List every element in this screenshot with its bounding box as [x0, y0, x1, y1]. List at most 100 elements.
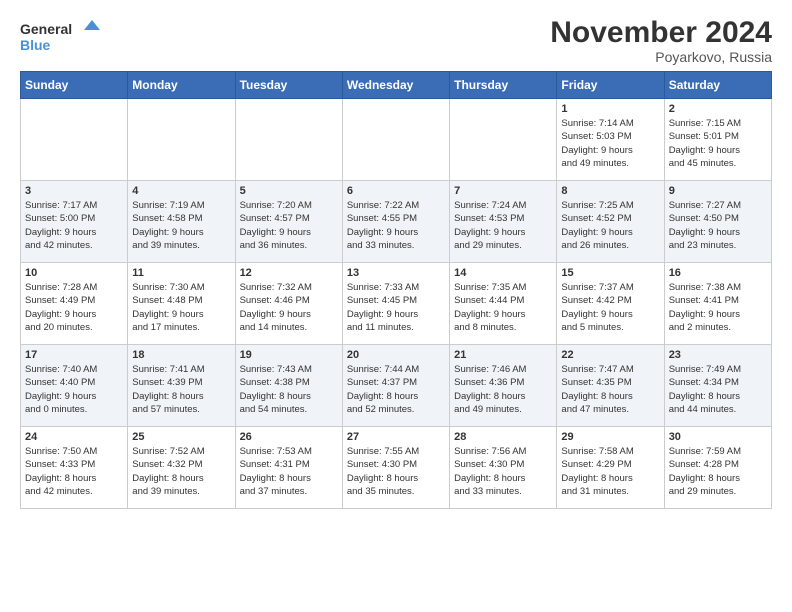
- calendar-table: Sunday Monday Tuesday Wednesday Thursday…: [20, 71, 772, 509]
- day-number: 17: [25, 349, 123, 361]
- day-info: Sunrise: 7:30 AMSunset: 4:48 PMDaylight:…: [132, 281, 230, 334]
- day-number: 2: [669, 103, 767, 115]
- calendar-cell: 14 Sunrise: 7:35 AMSunset: 4:44 PMDayligh…: [450, 263, 557, 345]
- day-number: 3: [25, 185, 123, 197]
- svg-text:Blue: Blue: [20, 37, 51, 53]
- calendar-cell: 19Sunrise: 7:43 AMSunset: 4:38 PMDayligh…: [235, 345, 342, 427]
- day-info: Sunrise: 7:17 AMSunset: 5:00 PMDaylight:…: [25, 199, 123, 252]
- day-info: Sunrise: 7:47 AMSunset: 4:35 PMDaylight:…: [561, 363, 659, 416]
- day-number: 23: [669, 349, 767, 361]
- calendar-cell: 4 Sunrise: 7:19 AMSunset: 4:58 PMDaylight…: [128, 181, 235, 263]
- day-info: Sunrise: 7:37 AMSunset: 4:42 PMDaylight:…: [561, 281, 659, 334]
- day-info: Sunrise: 7:53 AMSunset: 4:31 PMDaylight:…: [240, 445, 338, 498]
- day-info: Sunrise: 7:22 AMSunset: 4:55 PMDaylight:…: [347, 199, 445, 252]
- calendar-cell: 25 Sunrise: 7:52 AMSunset: 4:32 PMDayligh…: [128, 427, 235, 509]
- calendar-cell: 13 Sunrise: 7:33 AMSunset: 4:45 PMDayligh…: [342, 263, 449, 345]
- week-row-0: 1Sunrise: 7:14 AMSunset: 5:03 PMDaylight…: [21, 99, 772, 181]
- calendar-cell: 9 Sunrise: 7:27 AMSunset: 4:50 PMDaylight…: [664, 181, 771, 263]
- header-row: Sunday Monday Tuesday Wednesday Thursday…: [21, 72, 772, 99]
- col-tuesday: Tuesday: [235, 72, 342, 99]
- col-thursday: Thursday: [450, 72, 557, 99]
- day-info: Sunrise: 7:33 AMSunset: 4:45 PMDaylight:…: [347, 281, 445, 334]
- calendar-cell: 22 Sunrise: 7:47 AMSunset: 4:35 PMDayligh…: [557, 345, 664, 427]
- day-info: Sunrise: 7:19 AMSunset: 4:58 PMDaylight:…: [132, 199, 230, 252]
- day-info: Sunrise: 7:49 AMSunset: 4:34 PMDaylight:…: [669, 363, 767, 416]
- day-number: 10: [25, 267, 123, 279]
- col-wednesday: Wednesday: [342, 72, 449, 99]
- day-number: 26: [240, 431, 338, 443]
- month-title: November 2024: [550, 16, 772, 49]
- calendar-cell: 17Sunrise: 7:40 AMSunset: 4:40 PMDayligh…: [21, 345, 128, 427]
- day-info: Sunrise: 7:35 AMSunset: 4:44 PMDaylight:…: [454, 281, 552, 334]
- day-number: 15: [561, 267, 659, 279]
- day-number: 14: [454, 267, 552, 279]
- day-number: 22: [561, 349, 659, 361]
- day-info: Sunrise: 7:59 AMSunset: 4:28 PMDaylight:…: [669, 445, 767, 498]
- calendar-cell: 3 Sunrise: 7:17 AMSunset: 5:00 PMDaylight…: [21, 181, 128, 263]
- calendar-cell: 8 Sunrise: 7:25 AMSunset: 4:52 PMDaylight…: [557, 181, 664, 263]
- calendar-cell: [450, 99, 557, 181]
- day-info: Sunrise: 7:46 AMSunset: 4:36 PMDaylight:…: [454, 363, 552, 416]
- page-container: General Blue November 2024 Poyarkovo, Ru…: [0, 0, 792, 519]
- day-info: Sunrise: 7:27 AMSunset: 4:50 PMDaylight:…: [669, 199, 767, 252]
- day-info: Sunrise: 7:58 AMSunset: 4:29 PMDaylight:…: [561, 445, 659, 498]
- day-number: 5: [240, 185, 338, 197]
- calendar-cell: 16 Sunrise: 7:38 AMSunset: 4:41 PMDayligh…: [664, 263, 771, 345]
- day-info: Sunrise: 7:44 AMSunset: 4:37 PMDaylight:…: [347, 363, 445, 416]
- calendar-cell: 20 Sunrise: 7:44 AMSunset: 4:37 PMDayligh…: [342, 345, 449, 427]
- calendar-cell: 15 Sunrise: 7:37 AMSunset: 4:42 PMDayligh…: [557, 263, 664, 345]
- col-saturday: Saturday: [664, 72, 771, 99]
- day-number: 21: [454, 349, 552, 361]
- day-number: 27: [347, 431, 445, 443]
- col-friday: Friday: [557, 72, 664, 99]
- week-row-2: 10 Sunrise: 7:28 AMSunset: 4:49 PMDayligh…: [21, 263, 772, 345]
- day-number: 28: [454, 431, 552, 443]
- calendar-cell: 2 Sunrise: 7:15 AMSunset: 5:01 PMDaylight…: [664, 99, 771, 181]
- day-number: 11: [132, 267, 230, 279]
- calendar-cell: 24Sunrise: 7:50 AMSunset: 4:33 PMDayligh…: [21, 427, 128, 509]
- calendar-cell: 23 Sunrise: 7:49 AMSunset: 4:34 PMDayligh…: [664, 345, 771, 427]
- day-number: 18: [132, 349, 230, 361]
- calendar-cell: [128, 99, 235, 181]
- day-number: 19: [240, 349, 338, 361]
- day-number: 9: [669, 185, 767, 197]
- calendar-cell: 6Sunrise: 7:22 AMSunset: 4:55 PMDaylight…: [342, 181, 449, 263]
- day-info: Sunrise: 7:32 AMSunset: 4:46 PMDaylight:…: [240, 281, 338, 334]
- day-info: Sunrise: 7:56 AMSunset: 4:30 PMDaylight:…: [454, 445, 552, 498]
- header: General Blue November 2024 Poyarkovo, Ru…: [20, 16, 772, 65]
- calendar-cell: 11 Sunrise: 7:30 AMSunset: 4:48 PMDayligh…: [128, 263, 235, 345]
- calendar-cell: 30 Sunrise: 7:59 AMSunset: 4:28 PMDayligh…: [664, 427, 771, 509]
- day-number: 12: [240, 267, 338, 279]
- day-info: Sunrise: 7:25 AMSunset: 4:52 PMDaylight:…: [561, 199, 659, 252]
- day-number: 29: [561, 431, 659, 443]
- day-info: Sunrise: 7:15 AMSunset: 5:01 PMDaylight:…: [669, 117, 767, 170]
- day-info: Sunrise: 7:28 AMSunset: 4:49 PMDaylight:…: [25, 281, 123, 334]
- calendar-cell: 27Sunrise: 7:55 AMSunset: 4:30 PMDayligh…: [342, 427, 449, 509]
- calendar-cell: 10 Sunrise: 7:28 AMSunset: 4:49 PMDayligh…: [21, 263, 128, 345]
- col-monday: Monday: [128, 72, 235, 99]
- week-row-4: 24Sunrise: 7:50 AMSunset: 4:33 PMDayligh…: [21, 427, 772, 509]
- svg-text:General: General: [20, 21, 72, 37]
- day-number: 30: [669, 431, 767, 443]
- calendar-cell: 21 Sunrise: 7:46 AMSunset: 4:36 PMDayligh…: [450, 345, 557, 427]
- day-info: Sunrise: 7:41 AMSunset: 4:39 PMDaylight:…: [132, 363, 230, 416]
- calendar-cell: [342, 99, 449, 181]
- calendar-cell: [21, 99, 128, 181]
- col-sunday: Sunday: [21, 72, 128, 99]
- calendar-cell: 18 Sunrise: 7:41 AMSunset: 4:39 PMDayligh…: [128, 345, 235, 427]
- day-info: Sunrise: 7:52 AMSunset: 4:32 PMDaylight:…: [132, 445, 230, 498]
- day-info: Sunrise: 7:38 AMSunset: 4:41 PMDaylight:…: [669, 281, 767, 334]
- day-info: Sunrise: 7:24 AMSunset: 4:53 PMDaylight:…: [454, 199, 552, 252]
- logo-icon: General Blue: [20, 16, 100, 56]
- calendar-cell: 12 Sunrise: 7:32 AMSunset: 4:46 PMDayligh…: [235, 263, 342, 345]
- calendar-cell: 26 Sunrise: 7:53 AMSunset: 4:31 PMDayligh…: [235, 427, 342, 509]
- day-number: 13: [347, 267, 445, 279]
- day-number: 8: [561, 185, 659, 197]
- week-row-3: 17Sunrise: 7:40 AMSunset: 4:40 PMDayligh…: [21, 345, 772, 427]
- day-number: 4: [132, 185, 230, 197]
- location: Poyarkovo, Russia: [550, 49, 772, 65]
- logo: General Blue: [20, 16, 100, 56]
- day-number: 20: [347, 349, 445, 361]
- day-number: 16: [669, 267, 767, 279]
- day-number: 25: [132, 431, 230, 443]
